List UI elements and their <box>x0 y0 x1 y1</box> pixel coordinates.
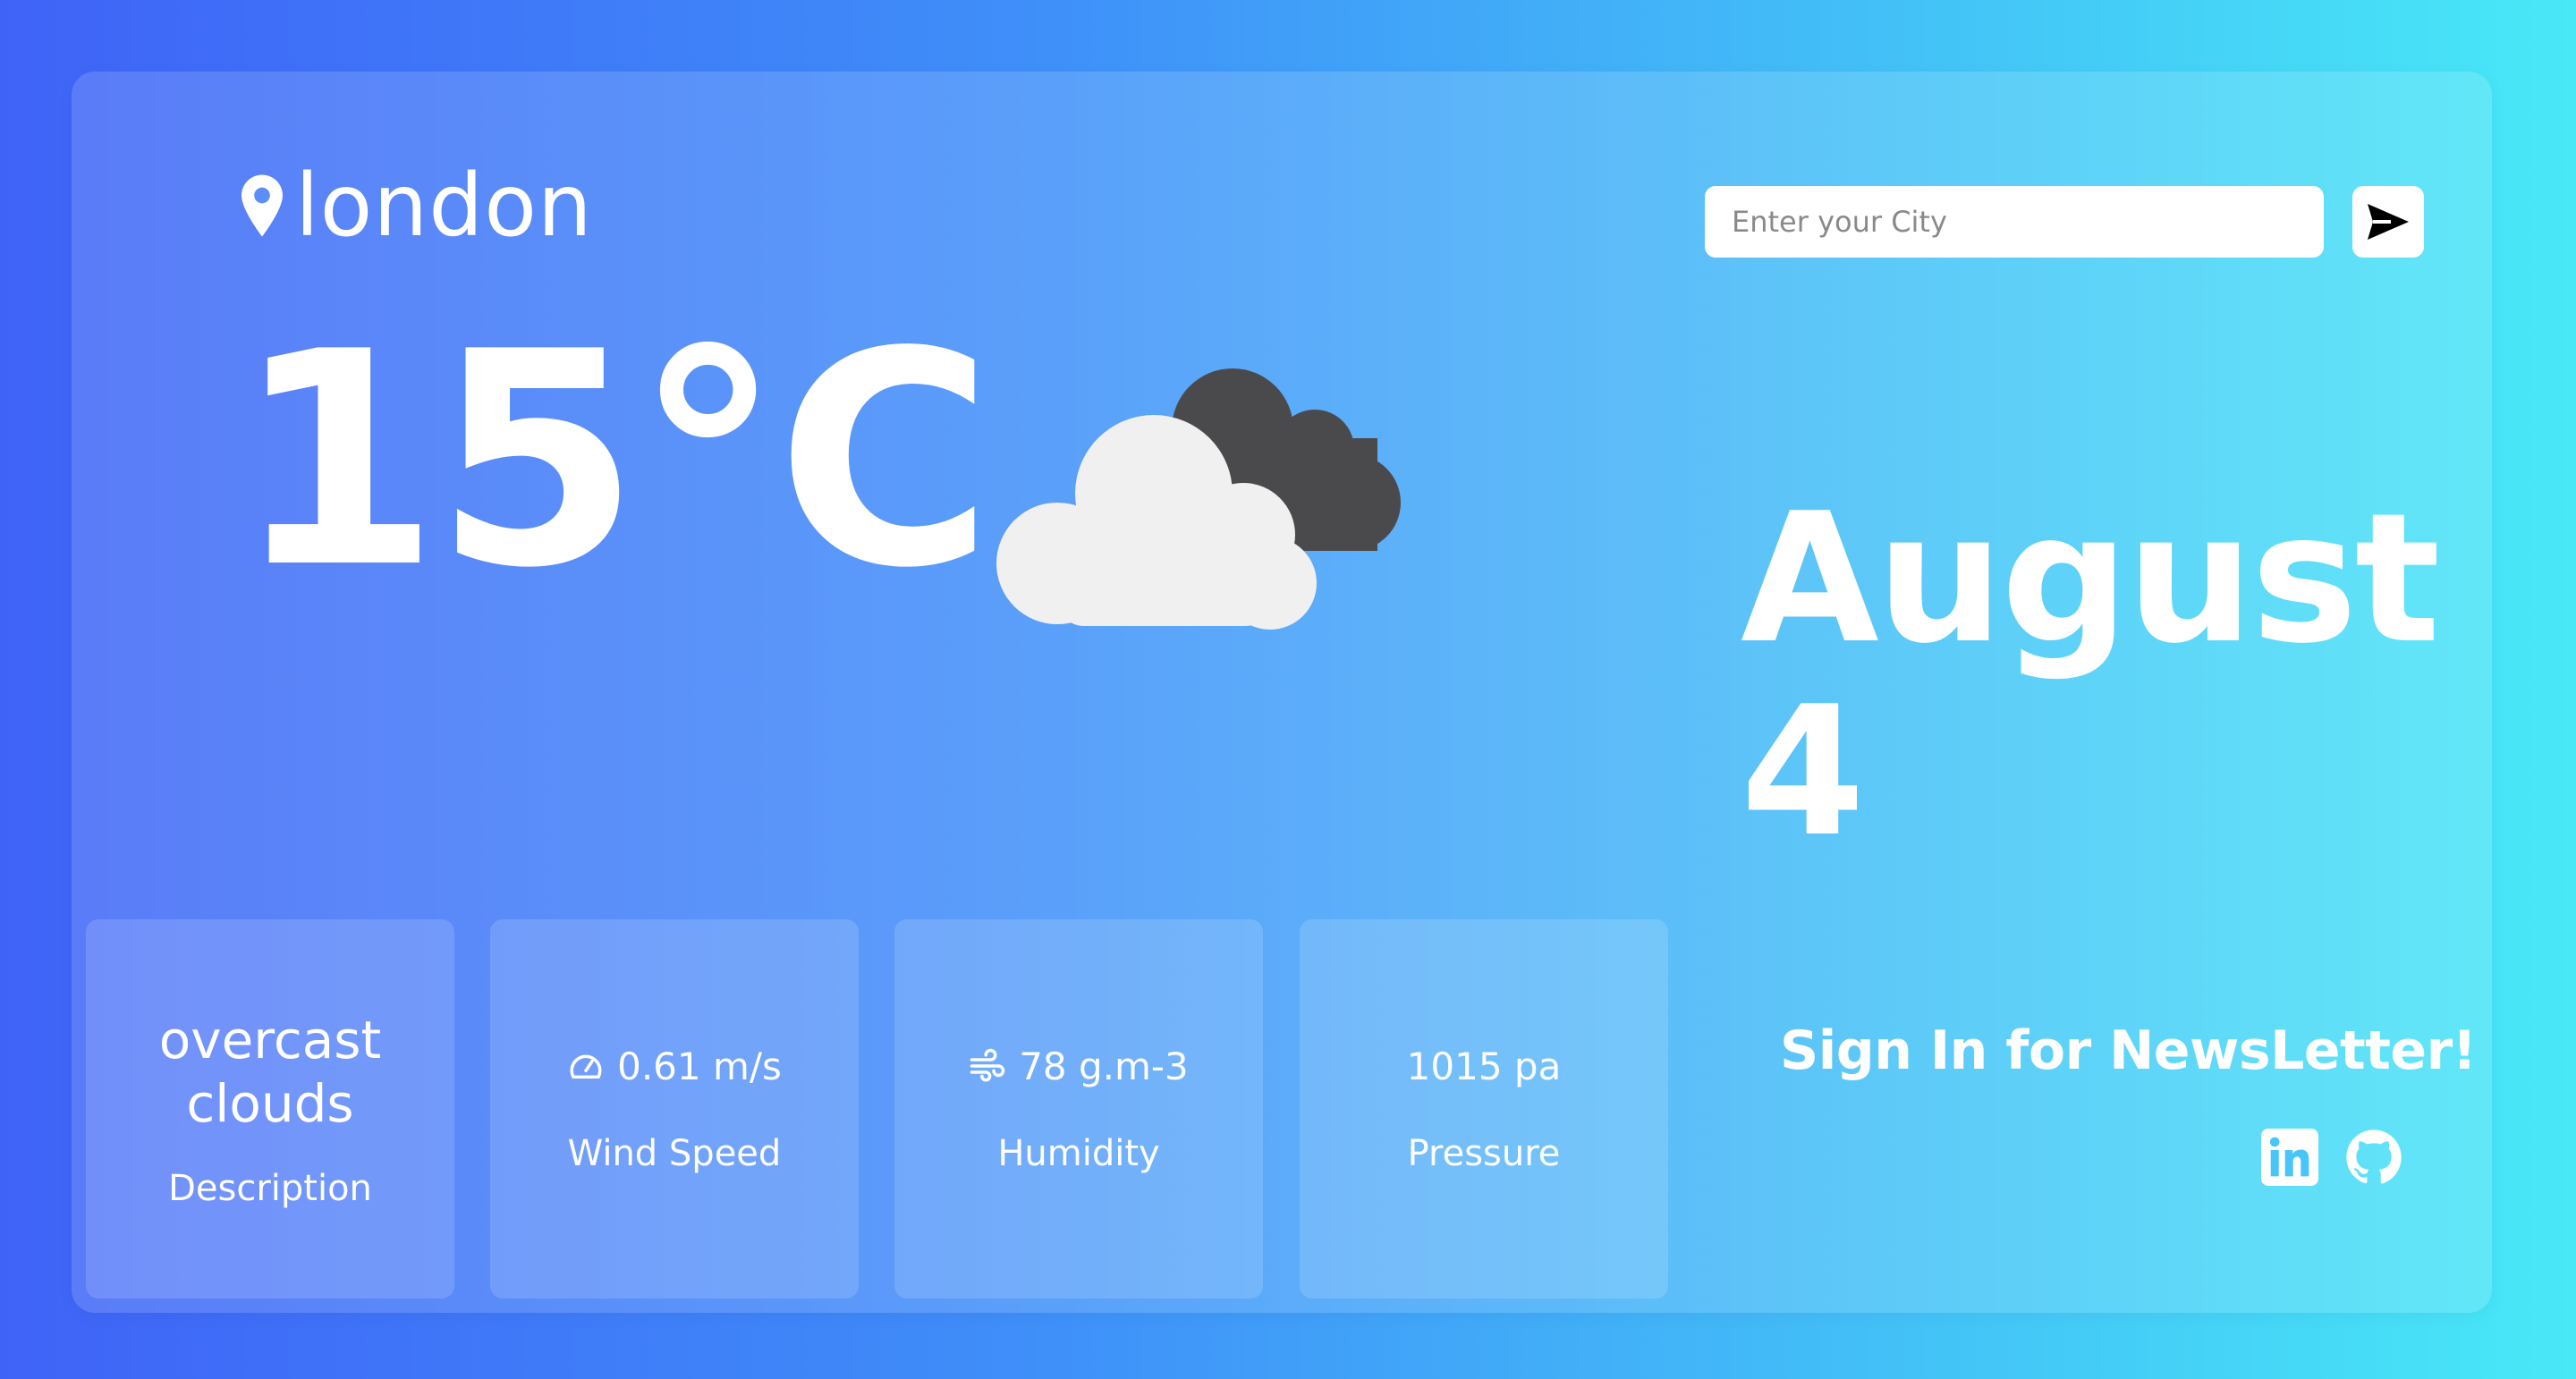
humidity-row: 78 g.m-3 <box>969 1045 1189 1088</box>
city-name: london <box>295 156 593 256</box>
pressure-row: 1015 pa <box>1407 1045 1562 1088</box>
search-submit-button[interactable] <box>2352 186 2424 258</box>
description-value: overcast clouds <box>159 1009 381 1136</box>
date-display: August 4 <box>1741 475 2440 876</box>
temperature: 15°C <box>234 289 993 632</box>
humidity-label: Humidity <box>997 1132 1160 1174</box>
date-month: August <box>1741 475 2440 683</box>
wind-speed-label: Wind Speed <box>567 1132 782 1174</box>
wind-speed-value: 0.61 m/s <box>617 1044 782 1088</box>
description-label: Description <box>168 1167 372 1209</box>
send-icon <box>2368 204 2409 240</box>
date-day: 4 <box>1741 668 1865 876</box>
pressure-value: 1015 pa <box>1406 1044 1562 1088</box>
location-pin-icon <box>242 174 283 237</box>
location-header: london <box>242 152 593 259</box>
github-link[interactable] <box>2345 1129 2402 1186</box>
newsletter-signin-link[interactable]: Sign In for NewsLetter! <box>1780 1019 2477 1082</box>
github-icon <box>2346 1129 2402 1184</box>
linkedin-link[interactable] <box>2261 1129 2318 1186</box>
overcast-clouds-icon <box>996 368 1401 630</box>
pressure-label: Pressure <box>1407 1132 1561 1174</box>
wind-speed-row: 0.61 m/s <box>567 1045 782 1088</box>
description-value-line1: overcast <box>158 1010 382 1071</box>
wind-icon <box>970 1048 1005 1082</box>
humidity-value: 78 g.m-3 <box>1019 1044 1189 1088</box>
pressure-tile: 1015 pa Pressure <box>1300 919 1668 1299</box>
description-value-line2: clouds <box>186 1073 354 1134</box>
social-links <box>2261 1129 2402 1186</box>
humidity-tile: 78 g.m-3 Humidity <box>894 919 1263 1299</box>
linkedin-icon <box>2261 1129 2318 1186</box>
speedometer-icon <box>570 1054 602 1079</box>
city-search-input[interactable] <box>1705 186 2324 258</box>
description-tile: overcast clouds Description <box>86 919 454 1299</box>
wind-speed-tile: 0.61 m/s Wind Speed <box>490 919 859 1299</box>
